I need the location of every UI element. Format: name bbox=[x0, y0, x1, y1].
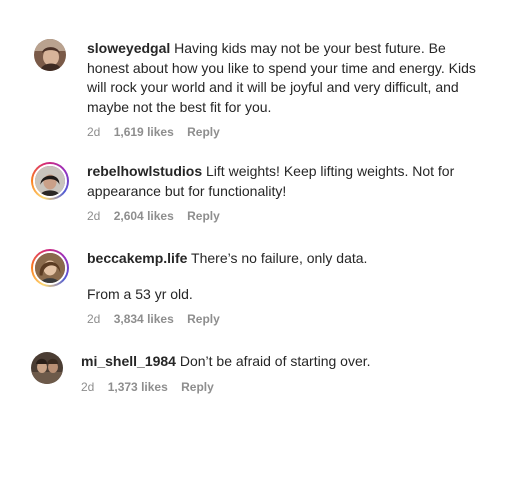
user-avatar-icon bbox=[35, 166, 65, 196]
comment-time[interactable]: 2d bbox=[81, 380, 94, 394]
comment-time[interactable]: 2d bbox=[87, 209, 100, 223]
avatar bbox=[33, 251, 67, 285]
comment-body: mi_shell_1984 Don’t be afraid of startin… bbox=[81, 352, 481, 395]
comment-message: There’s no failure, only data. bbox=[191, 250, 368, 266]
user-avatar-icon bbox=[34, 39, 66, 71]
comment-text: rebelhowlstudios Lift weights! Keep lift… bbox=[87, 162, 487, 201]
comment-likes[interactable]: 2,604 likes bbox=[114, 209, 174, 223]
comment-time[interactable]: 2d bbox=[87, 125, 100, 139]
comment-body: rebelhowlstudios Lift weights! Keep lift… bbox=[87, 162, 487, 224]
user-avatar-icon bbox=[31, 352, 63, 384]
comment-body: beccakemp.life There’s no failure, only … bbox=[87, 249, 487, 327]
reply-button[interactable]: Reply bbox=[187, 209, 220, 223]
comment-meta: 2d 3,834 likes Reply bbox=[87, 311, 487, 327]
comment-extra-text: From a 53 yr old. bbox=[87, 285, 193, 302]
comment-likes[interactable]: 1,619 likes bbox=[114, 125, 174, 139]
avatar-story-ring[interactable] bbox=[31, 162, 69, 200]
comment-meta: 2d 1,373 likes Reply bbox=[81, 379, 481, 395]
comment-text: beccakemp.life There’s no failure, only … bbox=[87, 249, 487, 269]
comment-text: mi_shell_1984 Don’t be afraid of startin… bbox=[81, 352, 481, 372]
comment-body: sloweyedgal Having kids may not be your … bbox=[87, 39, 487, 140]
reply-button[interactable]: Reply bbox=[187, 125, 220, 139]
avatar[interactable] bbox=[34, 39, 66, 71]
comment-list: sloweyedgal Having kids may not be your … bbox=[0, 0, 531, 479]
comment-text: sloweyedgal Having kids may not be your … bbox=[87, 39, 487, 117]
comment-username[interactable]: rebelhowlstudios bbox=[87, 163, 202, 179]
avatar bbox=[33, 164, 67, 198]
user-avatar-icon bbox=[35, 253, 65, 283]
comment-username[interactable]: sloweyedgal bbox=[87, 40, 170, 56]
avatar-story-ring[interactable] bbox=[31, 249, 69, 287]
comment-username[interactable]: beccakemp.life bbox=[87, 250, 187, 266]
comment-username[interactable]: mi_shell_1984 bbox=[81, 353, 176, 369]
comment-likes[interactable]: 1,373 likes bbox=[108, 380, 168, 394]
comment-time[interactable]: 2d bbox=[87, 312, 100, 326]
comment-meta: 2d 1,619 likes Reply bbox=[87, 124, 487, 140]
reply-button[interactable]: Reply bbox=[187, 312, 220, 326]
comment-meta: 2d 2,604 likes Reply bbox=[87, 208, 487, 224]
comment-message: Don’t be afraid of starting over. bbox=[179, 353, 371, 369]
comment-likes[interactable]: 3,834 likes bbox=[114, 312, 174, 326]
reply-button[interactable]: Reply bbox=[181, 380, 214, 394]
avatar[interactable] bbox=[31, 352, 63, 384]
